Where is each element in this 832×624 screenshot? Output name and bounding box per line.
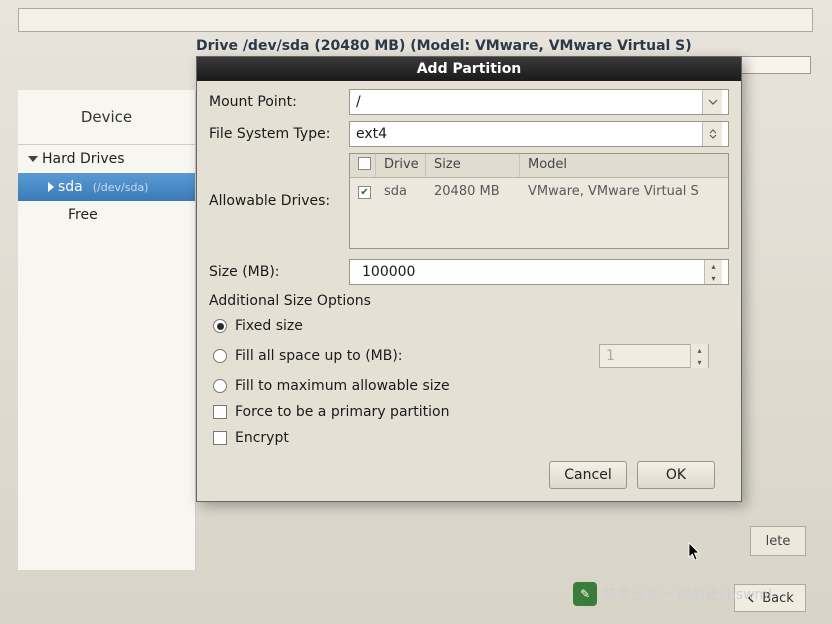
col-check[interactable] [350,154,376,177]
radio-label: Fill to maximum allowable size [235,378,450,394]
wechat-icon: ✎ [573,582,597,606]
radio-label: Fill all space up to (MB): [235,348,403,364]
fs-type-value: ext4 [356,126,387,142]
device-path: (/dev/sda) [93,181,149,194]
col-drive: Drive [376,154,426,177]
top-bar [18,8,813,32]
radio-fixed-size[interactable]: Fixed size [209,313,729,339]
sidebar-header: Device [18,90,195,145]
checkbox-icon [213,405,227,419]
dropdown-icon [702,90,722,114]
chevron-down-icon [28,156,38,162]
chevron-right-icon [48,182,54,192]
allowable-drives-label: Allowable Drives: [209,193,341,209]
cell-size: 20480 MB [426,182,520,201]
size-input[interactable]: ▴▾ [349,259,729,285]
checkbox-checked-icon[interactable]: ✔ [358,186,371,199]
tree-free[interactable]: Free [18,201,195,229]
radio-icon [213,379,227,393]
radio-fill-up-to[interactable]: Fill all space up to (MB): 1 ▴▾ [209,339,729,373]
watermark: ✎ 技术分享 一起前进shswml [573,582,772,606]
mount-point-value: / [356,94,361,110]
add-partition-dialog: Add Partition Mount Point: / File System… [196,56,742,502]
tree-hard-drives[interactable]: Hard Drives [18,145,195,173]
fs-type-select[interactable]: ext4 [349,121,729,147]
tree-label: sda [58,179,83,195]
tree-label: Free [68,207,98,223]
spinner-icon[interactable]: ▴▾ [704,260,722,284]
additional-size-title: Additional Size Options [209,293,729,309]
col-model: Model [520,154,728,177]
cursor-icon [688,542,702,562]
tree-sda[interactable]: sda (/dev/sda) [18,173,195,201]
fs-type-label: File System Type: [209,126,341,142]
cell-model: VMware, VMware Virtual S [520,182,728,201]
table-row[interactable]: ✔ sda 20480 MB VMware, VMware Virtual S [350,178,728,205]
size-label: Size (MB): [209,264,341,280]
fill-up-value: 1 ▴▾ [599,344,709,368]
cancel-button[interactable]: Cancel [549,461,627,489]
radio-label: Fixed size [235,318,303,334]
mount-point-label: Mount Point: [209,94,341,110]
radio-fill-max[interactable]: Fill to maximum allowable size [209,373,729,399]
updown-icon [702,122,722,146]
cell-drive: sda [376,182,426,201]
ok-button[interactable]: OK [637,461,715,489]
check-label: Encrypt [235,430,289,446]
col-size: Size [426,154,520,177]
dialog-title: Add Partition [197,57,741,81]
watermark-text: 技术分享 一起前进shswml [603,584,772,604]
drive-info-label: Drive /dev/sda (20480 MB) (Model: VMware… [196,38,692,54]
check-force-primary[interactable]: Force to be a primary partition [209,399,729,425]
spinner-icon: ▴▾ [690,344,708,368]
checkbox-icon [213,431,227,445]
size-field[interactable] [356,261,704,283]
delete-button-partial[interactable]: lete [750,526,806,556]
mount-point-select[interactable]: / [349,89,729,115]
tree-label: Hard Drives [42,151,125,167]
check-encrypt[interactable]: Encrypt [209,425,729,451]
radio-icon [213,349,227,363]
checkbox-icon [358,157,371,170]
radio-checked-icon [213,319,227,333]
allowable-drives-table[interactable]: Drive Size Model ✔ sda 20480 MB VMware, … [349,153,729,249]
check-label: Force to be a primary partition [235,404,449,420]
device-sidebar: Device Hard Drives sda (/dev/sda) Free [18,90,196,570]
